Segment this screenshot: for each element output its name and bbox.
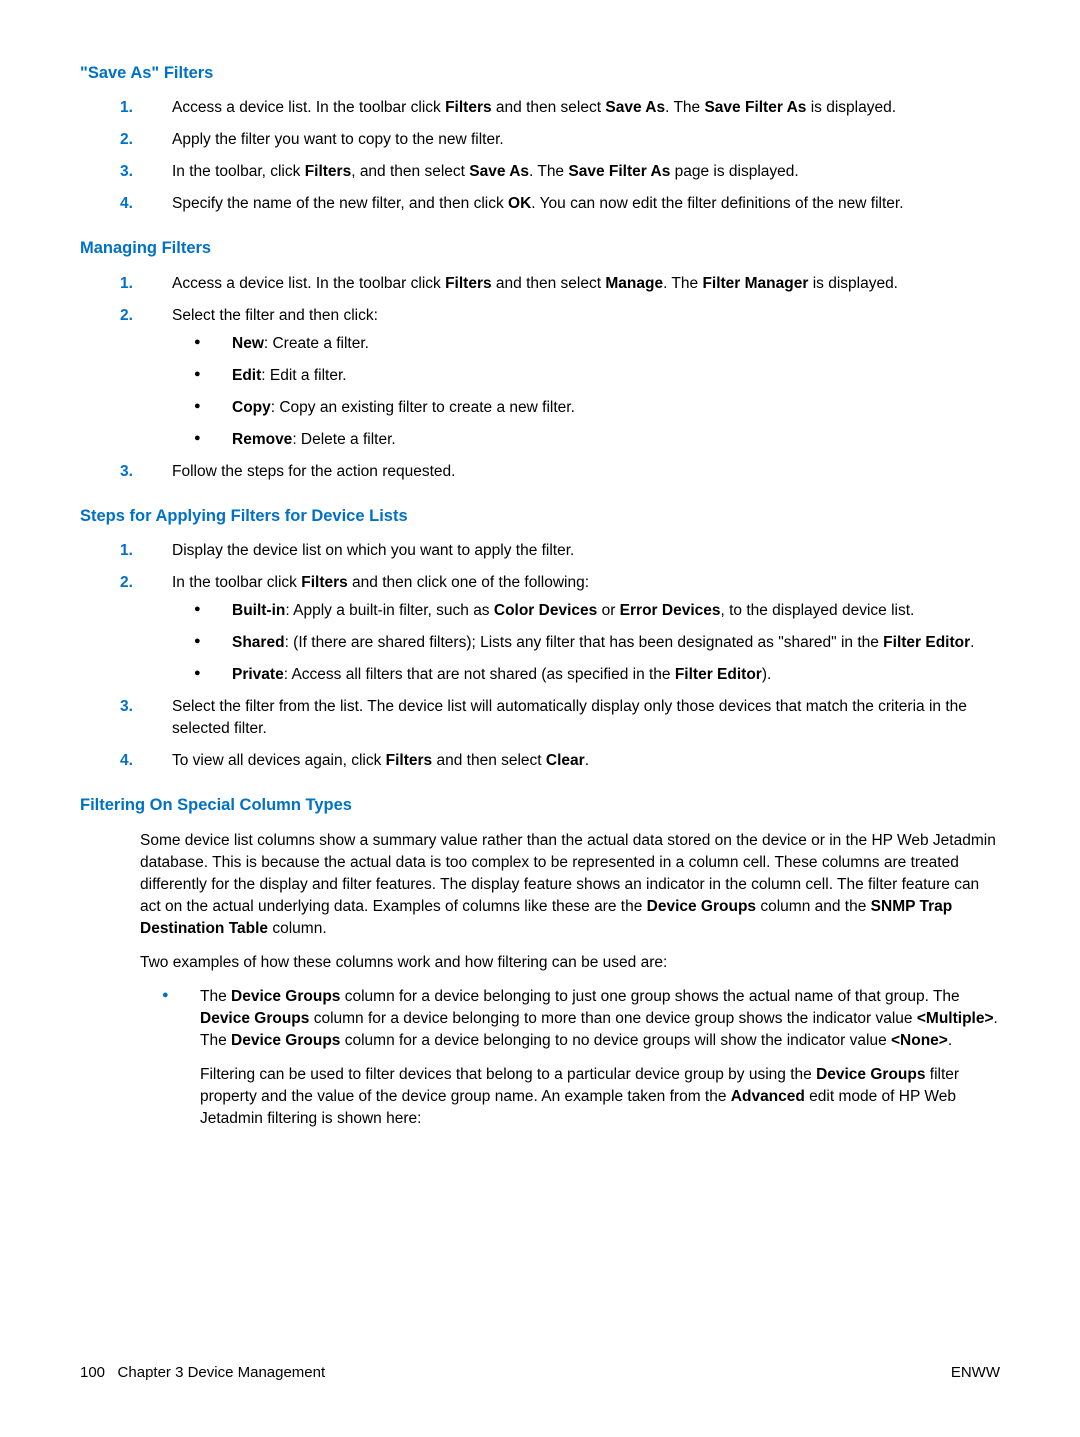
- save-as-list: 1. Access a device list. In the toolbar c…: [120, 97, 1000, 215]
- heading-special-columns: Filtering On Special Column Types: [80, 794, 1000, 817]
- list-text: Private: Access all filters that are not…: [232, 666, 771, 683]
- heading-managing-filters: Managing Filters: [80, 237, 1000, 260]
- list-marker: 2.: [120, 572, 133, 594]
- managing-list: 1. Access a device list. In the toolbar c…: [120, 273, 1000, 483]
- list-text: Filtering can be used to filter devices …: [200, 1064, 1000, 1130]
- footer-page-number: 100: [80, 1364, 105, 1381]
- list-marker: 2.: [120, 305, 133, 327]
- list-item: New: Create a filter.: [194, 333, 1000, 355]
- list-item: 4. To view all devices again, click Filte…: [120, 750, 1000, 772]
- list-text: Select the filter from the list. The dev…: [172, 698, 967, 737]
- list-text: Apply the filter you want to copy to the…: [172, 131, 504, 148]
- list-item: 3. Follow the steps for the action reques…: [120, 461, 1000, 483]
- list-item: 1. Access a device list. In the toolbar c…: [120, 97, 1000, 119]
- list-item: 1. Access a device list. In the toolbar c…: [120, 273, 1000, 295]
- list-text: Access a device list. In the toolbar cli…: [172, 275, 898, 292]
- managing-sublist: New: Create a filter. Edit: Edit a filte…: [194, 333, 1000, 451]
- list-marker: 2.: [120, 129, 133, 151]
- list-marker: 3.: [120, 161, 133, 183]
- list-text: Display the device list on which you wan…: [172, 542, 574, 559]
- applying-sublist: Built-in: Apply a built-in filter, such …: [194, 600, 1000, 686]
- list-marker: 4.: [120, 193, 133, 215]
- list-text: Specify the name of the new filter, and …: [172, 195, 904, 212]
- footer-chapter: Chapter 3 Device Management: [118, 1364, 326, 1381]
- list-text: Built-in: Apply a built-in filter, such …: [232, 602, 914, 619]
- list-item: Private: Access all filters that are not…: [194, 664, 1000, 686]
- footer-right: ENWW: [951, 1362, 1000, 1383]
- heading-applying-filters: Steps for Applying Filters for Device Li…: [80, 505, 1000, 528]
- list-marker: 1.: [120, 273, 133, 295]
- list-item: 1. Display the device list on which you w…: [120, 540, 1000, 562]
- list-item: Edit: Edit a filter.: [194, 365, 1000, 387]
- list-text: Select the filter and then click:: [172, 307, 378, 324]
- list-item: 4. Specify the name of the new filter, an…: [120, 193, 1000, 215]
- list-item: 2. Select the filter and then click: New:…: [120, 305, 1000, 451]
- list-marker: 3.: [120, 461, 133, 483]
- paragraph: Two examples of how these columns work a…: [140, 952, 1000, 974]
- page-container: "Save As" Filters 1. Access a device list…: [0, 0, 1080, 1437]
- applying-list: 1. Display the device list on which you w…: [120, 540, 1000, 772]
- list-item: 2. In the toolbar click Filters and then …: [120, 572, 1000, 686]
- list-marker: 1.: [120, 97, 133, 119]
- list-text: Shared: (If there are shared filters); L…: [232, 634, 974, 651]
- list-item: Copy: Copy an existing filter to create …: [194, 397, 1000, 419]
- list-item: Built-in: Apply a built-in filter, such …: [194, 600, 1000, 622]
- special-bullets: The Device Groups column for a device be…: [162, 986, 1000, 1130]
- list-text: Edit: Edit a filter.: [232, 367, 347, 384]
- list-text: In the toolbar click Filters and then cl…: [172, 574, 589, 591]
- list-marker: 1.: [120, 540, 133, 562]
- list-text: Access a device list. In the toolbar cli…: [172, 99, 896, 116]
- heading-save-as: "Save As" Filters: [80, 62, 1000, 85]
- list-item: 3. Select the filter from the list. The d…: [120, 696, 1000, 740]
- page-footer: 100 Chapter 3 Device Management ENWW: [80, 1362, 1000, 1383]
- list-item: Remove: Delete a filter.: [194, 429, 1000, 451]
- list-text: New: Create a filter.: [232, 335, 369, 352]
- list-text: The Device Groups column for a device be…: [200, 986, 1000, 1052]
- list-item: 2. Apply the filter you want to copy to t…: [120, 129, 1000, 151]
- list-text: Copy: Copy an existing filter to create …: [232, 399, 575, 416]
- list-item: 3. In the toolbar, click Filters, and the…: [120, 161, 1000, 183]
- list-text: Remove: Delete a filter.: [232, 431, 396, 448]
- list-item: The Device Groups column for a device be…: [162, 986, 1000, 1130]
- list-item: Shared: (If there are shared filters); L…: [194, 632, 1000, 654]
- list-text: Follow the steps for the action requeste…: [172, 463, 455, 480]
- paragraph: Some device list columns show a summary …: [140, 830, 1000, 940]
- list-marker: 3.: [120, 696, 133, 718]
- list-text: In the toolbar, click Filters, and then …: [172, 163, 799, 180]
- list-marker: 4.: [120, 750, 133, 772]
- list-text: To view all devices again, click Filters…: [172, 752, 589, 769]
